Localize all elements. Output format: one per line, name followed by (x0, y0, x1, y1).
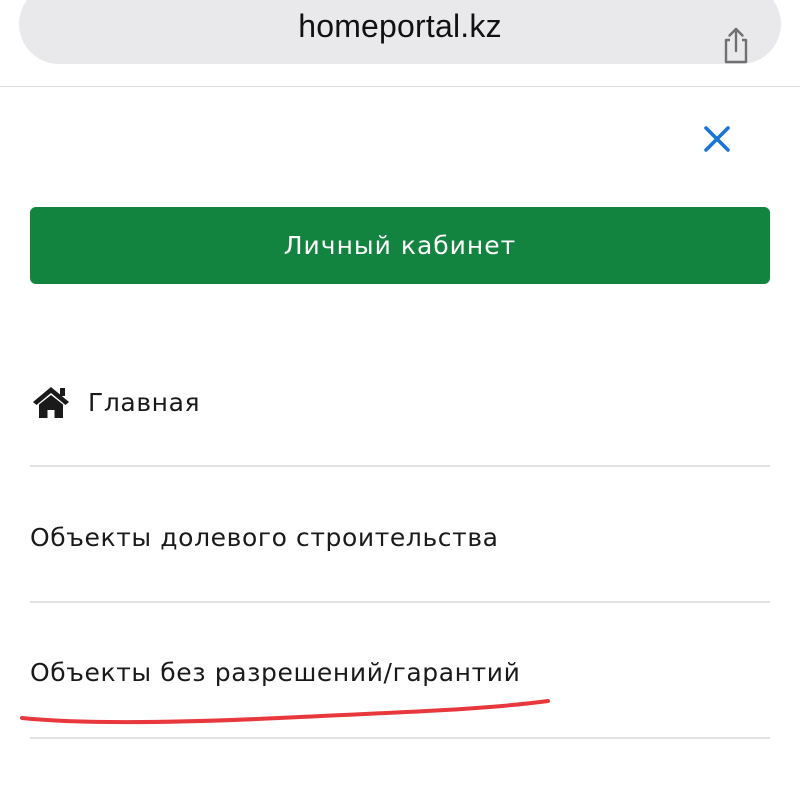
menu-item-home[interactable]: Главная (30, 372, 770, 432)
share-button[interactable] (716, 26, 756, 66)
address-bar[interactable]: homeportal.kz (19, 0, 781, 64)
divider (30, 465, 770, 467)
menu-item-next[interactable] (30, 778, 770, 800)
home-icon (33, 387, 69, 418)
share-icon (724, 27, 748, 64)
close-icon (704, 126, 730, 152)
menu-item-label: Объекты долевого строительства (30, 522, 499, 552)
menu-item-no-permits[interactable]: Объекты без разрешений/гарантий (30, 642, 770, 702)
url-text[interactable]: homeportal.kz (19, 8, 781, 45)
divider (30, 737, 770, 739)
divider (30, 601, 770, 603)
menu-item-label: Объекты без разрешений/гарантий (30, 657, 521, 687)
personal-cabinet-button[interactable]: Личный кабинет (30, 207, 770, 284)
menu-item-shared-construction[interactable]: Объекты долевого строительства (30, 507, 770, 567)
close-menu-button[interactable] (698, 120, 736, 158)
browser-toolbar: homeportal.kz (0, 0, 800, 87)
page: homeportal.kz Личный кабинет Главная Объ… (0, 0, 800, 800)
menu-item-label: Главная (88, 387, 201, 417)
